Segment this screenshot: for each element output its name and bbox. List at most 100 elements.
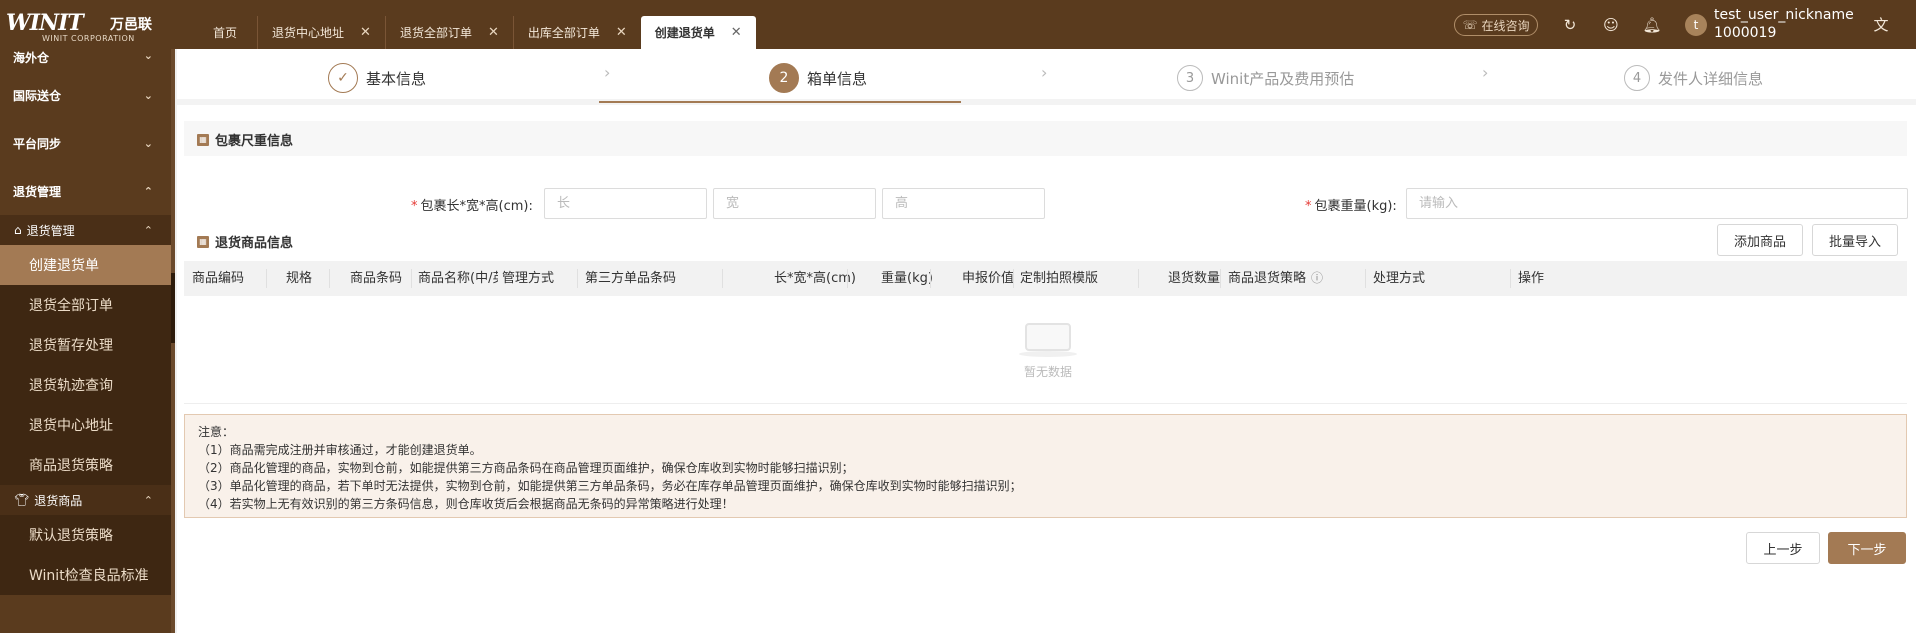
section-title-text: 包裹尺重信息 [215,134,294,149]
tab-label: 退货全部订单 [399,26,472,40]
goods-section-title: ▦ 退货商品信息 [197,232,293,251]
avatar[interactable]: t [1685,14,1707,36]
column-header: 定制拍照模版 [1020,271,1099,286]
step-basic-info[interactable]: ✓ 基本信息 [328,59,426,97]
column-header: 管理方式 [502,271,555,286]
required-mark: * [1305,199,1312,214]
tab-home[interactable]: 首页 [195,16,257,49]
close-icon[interactable]: ✕ [360,25,371,40]
step-sender-details[interactable]: 4 发件人详细信息 [1624,59,1763,97]
translate-icon[interactable]: 文 [1871,15,1891,35]
next-step-button[interactable]: 下一步 [1828,532,1906,564]
tab-create-return[interactable]: 创建退货单 ✕ [640,16,756,49]
notice-line: （3）单品化管理的商品，若下单时无法提供，实物到仓前，如能提供第三方单品条码，务… [198,479,1022,493]
step-number: 3 [1177,65,1203,91]
logo[interactable]: WINIT 万邑联 WINIT CORPORATION [6,10,166,43]
column-header: 商品名称(中/英 [418,271,498,286]
sidebar-item-winit-quality-standard[interactable]: Winit检查良品标准 [0,555,175,595]
logo-cn: 万邑联 [110,17,152,33]
column-divider[interactable] [266,269,267,288]
step-number: 2 [769,63,799,93]
step-label: Winit产品及费用预估 [1211,69,1355,88]
parcel-section-header [184,121,1907,156]
tab-bar: 首页 退货中心地址 ✕ 退货全部订单 ✕ 出库全部订单 ✕ 创建退货单 ✕ [195,16,756,49]
column-divider[interactable] [722,269,723,288]
step-packing-info[interactable]: 2 箱单信息 [769,59,867,97]
column-header: 规格 [286,271,313,286]
notice-title: 注意： [198,425,235,439]
sidebar-sub-return-goods[interactable]: 👕︎ 退货商品 ⌃ [0,485,175,515]
chevron-down-icon: ⌄ [143,136,153,150]
check-icon: ✓ [328,63,358,93]
close-icon[interactable]: ✕ [731,25,742,40]
step-label: 发件人详细信息 [1658,69,1764,88]
parcel-width-input[interactable] [713,188,876,219]
tab-label: 退货中心地址 [272,26,345,40]
column-header: 长*宽*高(cm) [774,271,856,286]
active-step-underline [599,101,961,103]
scrollbar-thumb[interactable] [171,273,175,343]
column-divider[interactable] [1510,269,1511,288]
add-goods-button[interactable]: 添加商品 [1717,224,1803,256]
step-winit-product-estimate[interactable]: 3 Winit产品及费用预估 [1177,59,1354,97]
parcel-weight-input[interactable] [1406,188,1908,219]
tab-label: 创建退货单 [654,26,715,40]
tab-return-all-orders[interactable]: 退货全部订单 ✕ [384,16,513,49]
empty-text: 暂无数据 [1023,365,1072,379]
column-header: 退货数量 [1168,271,1221,286]
parcel-length-input[interactable] [544,188,707,219]
notice-line: （2）商品化管理的商品，实物到仓前，如能提供第三方商品条码在商品管理页面维护，确… [198,461,854,475]
step-label: 基本信息 [366,69,427,88]
tab-outbound-all-orders[interactable]: 出库全部订单 ✕ [512,16,641,49]
batch-import-button[interactable]: 批量导入 [1812,224,1898,256]
step-bar: ✓ 基本信息 › 2 箱单信息 › 3 Winit产品及费用预估 › 4 发件人… [177,49,1916,105]
sidebar: 海外仓 ⌄ 国际送仓 ⌄ 平台同步 ⌄ 退货管理 ⌃ ⌂ 退货管理 ⌃ 创建退货单 退货全… [0,49,175,633]
tab-label: 出库全部订单 [527,26,600,40]
close-icon[interactable]: ✕ [488,25,499,40]
sidebar-group-intl-delivery[interactable]: 国际送仓 ⌄ [0,71,175,119]
sidebar-group-overseas-warehouse[interactable]: 海外仓 ⌄ [0,49,175,71]
parcel-section-title: ▦ 包裹尺重信息 [197,130,293,149]
tab-return-center-address[interactable]: 退货中心地址 ✕ [257,16,385,49]
column-divider[interactable] [1365,269,1366,288]
chevron-right-icon: › [604,63,611,82]
sidebar-sub-return-management[interactable]: ⌂ 退货管理 ⌃ [0,215,175,245]
column-header: 重量(kg) [881,271,933,286]
online-consult-button[interactable]: ☏ 在线咨询 [1454,14,1538,36]
sidebar-group-return-management[interactable]: 退货管理 ⌃ [0,167,175,215]
sidebar-item-create-return[interactable]: 创建退货单 [0,245,175,285]
parcel-height-input[interactable] [882,188,1045,219]
help-icon[interactable]: ⓘ [1311,261,1323,296]
main-content: ✓ 基本信息 › 2 箱单信息 › 3 Winit产品及费用预估 › 4 发件人… [177,49,1916,633]
notice-box: 注意： （1）商品需完成注册并审核通过，才能创建退货单。 （2）商品化管理的商品… [184,414,1907,518]
user-info[interactable]: test_user_nickname 1000019 [1714,6,1854,42]
headset-icon: ☏ [1462,18,1478,32]
user-name: test_user_nickname [1714,7,1854,23]
bell-icon[interactable]: 🔔︎ [1642,15,1662,35]
sidebar-item-return-tracking[interactable]: 退货轨迹查询 [0,365,175,405]
sidebar-item-all-return-orders[interactable]: 退货全部订单 [0,285,175,325]
prev-step-button[interactable]: 上一步 [1746,532,1820,564]
parcel-weight-label-text: 包裹重量(kg): [1314,199,1397,214]
close-icon[interactable]: ✕ [616,25,627,40]
column-header: 商品条码 [350,271,403,286]
column-divider[interactable] [930,269,931,288]
sidebar-item-return-strategy[interactable]: 商品退货策略 [0,445,175,485]
column-divider[interactable] [847,269,848,288]
refresh-icon[interactable]: ↻ [1560,15,1580,35]
section-icon: ▦ [197,235,209,248]
column-divider[interactable] [1220,269,1221,288]
sidebar-group-platform-sync[interactable]: 平台同步 ⌄ [0,119,175,167]
sidebar-item-return-staging[interactable]: 退货暂存处理 [0,325,175,365]
column-divider[interactable] [577,269,578,288]
sidebar-item-return-center-address[interactable]: 退货中心地址 [0,405,175,445]
sidebar-item-default-return-strategy[interactable]: 默认退货策略 [0,515,175,555]
column-divider[interactable] [1013,269,1014,288]
sidebar-sub-label: 退货商品 [34,493,83,508]
sidebar-scrollbar[interactable] [171,49,175,633]
column-divider[interactable] [329,269,330,288]
feedback-icon[interactable]: ☺ [1601,15,1621,35]
column-divider[interactable] [411,269,412,288]
parcel-size-label: * 包裹长*宽*高(cm): [411,195,533,214]
column-divider[interactable] [1138,269,1139,288]
